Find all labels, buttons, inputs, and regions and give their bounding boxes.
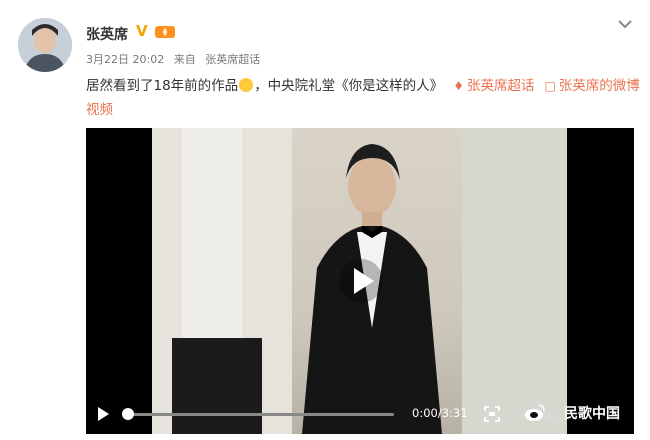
video-time: 0:00/3:31 bbox=[412, 406, 468, 420]
progress-track[interactable] bbox=[126, 413, 394, 416]
video-controls: 0:00/3:31 微博 民歌中国 bbox=[86, 394, 634, 434]
play-icon[interactable] bbox=[96, 406, 110, 422]
from-label: 来自 bbox=[173, 53, 196, 66]
video-scene-column bbox=[182, 128, 242, 358]
author-name[interactable]: 张英席 bbox=[86, 24, 128, 44]
video-icon: □ bbox=[544, 79, 556, 93]
diamond-icon: ♦ bbox=[453, 79, 464, 93]
watermark-text: 民歌中国 bbox=[564, 406, 620, 422]
weibo-logo-icon bbox=[525, 404, 545, 421]
laughing-crying-emoji-icon bbox=[239, 78, 254, 92]
fullscreen-icon[interactable] bbox=[484, 406, 500, 422]
post-source[interactable]: 张英席超话 bbox=[205, 53, 260, 66]
verified-badge-icon: V bbox=[136, 22, 148, 40]
video-player[interactable]: 0:00/3:31 微博 民歌中国 bbox=[86, 128, 634, 434]
watermark-weibo: 微博 bbox=[544, 415, 563, 425]
post-text: 居然看到了18年前的作品 ，中央院礼堂《你是这样的人》 ♦ 张英席超话 □ 张英席的微博视… bbox=[86, 74, 641, 122]
progress-knob[interactable] bbox=[122, 408, 134, 420]
supertopic-link[interactable]: 张英席超话 bbox=[467, 78, 535, 94]
post-text-part2: ，中央院礼堂《你是这样的人》 bbox=[254, 78, 444, 94]
post-meta: 3月22日 20:02 来自 张英席超话 bbox=[86, 51, 266, 67]
post-text-part1: 居然看到了18年前的作品 bbox=[86, 78, 239, 94]
avatar[interactable] bbox=[18, 18, 72, 72]
post-date[interactable]: 3月22日 20:02 bbox=[86, 53, 164, 66]
chevron-down-icon[interactable] bbox=[614, 16, 636, 32]
play-circle-icon[interactable] bbox=[338, 258, 384, 304]
level-flame-icon bbox=[155, 26, 175, 38]
